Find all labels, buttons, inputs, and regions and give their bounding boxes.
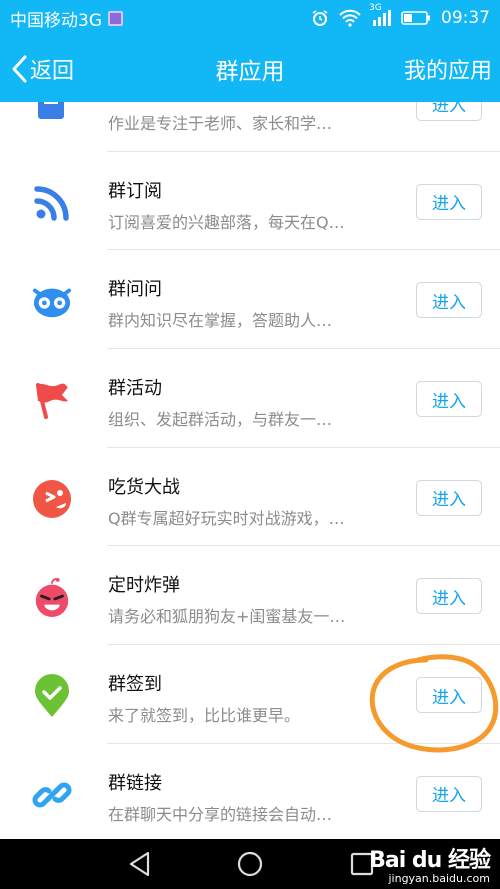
app-list[interactable]: 作业是专注于老师、家长和学… 进入 群订阅 订阅喜爱的兴趣部落，每天在Q… 进入… — [0, 102, 500, 839]
triangle-back-icon — [129, 851, 150, 877]
flag-icon — [32, 380, 72, 420]
carrier-group: 中国移动3G — [10, 6, 123, 31]
app-desc: 作业是专注于老师、家长和学… — [108, 114, 333, 133]
app-desc: 组织、发起群活动，与群友一… — [108, 410, 333, 430]
enter-button[interactable]: 进入 — [416, 479, 482, 516]
watermark-url: jingyan.baidu.com — [388, 872, 490, 885]
alarm-icon — [312, 10, 328, 26]
circle-home-icon — [237, 851, 263, 877]
app-desc: 在群聊天中分享的链接会自动… — [108, 804, 333, 824]
link-icon — [32, 775, 72, 815]
app-name: 群问问 — [108, 279, 162, 301]
app-desc: 群内知识尽在掌握，答题助人… — [108, 311, 333, 331]
watermark: Bai du 经验 jingyan.baidu.com — [369, 842, 491, 885]
list-item: 群订阅 订阅喜爱的兴趣部落，每天在Q… 进入 — [0, 152, 500, 251]
list-item: 群签到 来了就签到，比比谁更早。 进入 — [0, 645, 500, 744]
my-apps-button[interactable]: 我的应用 — [404, 36, 492, 102]
app-desc: 订阅喜爱的兴趣部落，每天在Q… — [108, 212, 345, 232]
list-item: 群问问 群内知识尽在掌握，答题助人… 进入 — [0, 250, 500, 350]
nav-home-button[interactable] — [228, 839, 272, 889]
chevron-left-icon — [12, 55, 27, 83]
app-rows: 作业是专注于老师、家长和学… 进入 群订阅 订阅喜爱的兴趣部落，每天在Q… 进入… — [0, 102, 500, 839]
app-name: 吃货大战 — [108, 476, 180, 498]
carrier-name: 中国移动3G — [10, 10, 102, 31]
app-name: 群活动 — [108, 378, 162, 400]
list-item: 吃货大战 Q群专属超好玩实时对战游戏，… 进入 — [0, 448, 500, 547]
enter-button[interactable]: 进入 — [416, 381, 482, 418]
back-label: 返回 — [30, 59, 75, 84]
app-desc: 请务必和狐朋狗友+闺蜜基友一… — [108, 607, 346, 627]
watermark-brand: Bai du 经验 — [369, 848, 491, 873]
app-name: 群链接 — [108, 772, 162, 794]
signal-group: 3G — [369, 3, 391, 27]
enter-button[interactable]: 进入 — [416, 102, 482, 121]
list-item: 群链接 在群聊天中分享的链接会自动… 进入 — [0, 744, 500, 839]
title-bar: 返回 群应用 我的应用 — [0, 36, 500, 102]
foodie-face-icon — [32, 479, 72, 519]
enter-button[interactable]: 进入 — [416, 775, 482, 812]
app-name: 定时炸弹 — [108, 575, 180, 597]
wifi-icon — [339, 9, 361, 27]
list-item: 作业是专注于老师、家长和学… 进入 — [0, 102, 500, 152]
app-desc: Q群专属超好玩实时对战游戏，… — [108, 508, 345, 528]
enter-button[interactable]: 进入 — [416, 282, 482, 319]
enter-button[interactable]: 进入 — [416, 183, 482, 220]
network-type: 3G — [369, 3, 382, 13]
back-button[interactable]: 返回 — [10, 36, 74, 102]
enter-button[interactable]: 进入 — [416, 677, 482, 714]
bomb-face-icon — [32, 577, 72, 618]
status-bar: 中国移动3G 3G 09:37 — [0, 0, 500, 36]
app-name: 群订阅 — [108, 180, 162, 202]
clock: 09:37 — [441, 8, 490, 28]
notification-icon — [108, 10, 123, 26]
app-name: 群签到 — [108, 674, 162, 696]
status-icons: 3G 09:37 — [311, 3, 490, 28]
battery-icon — [401, 11, 430, 25]
list-item: 定时炸弹 请务必和狐朋狗友+闺蜜基友一… 进入 — [0, 546, 500, 646]
checkin-pin-icon — [32, 674, 72, 718]
rss-feed-icon — [32, 183, 72, 223]
owl-icon — [32, 281, 72, 321]
list-item: 群活动 组织、发起群活动，与群友一… 进入 — [0, 349, 500, 448]
enter-button[interactable]: 进入 — [416, 578, 482, 615]
homework-icon — [32, 102, 72, 124]
nav-back-button[interactable] — [118, 839, 162, 889]
app-desc: 来了就签到，比比谁更早。 — [108, 706, 301, 726]
